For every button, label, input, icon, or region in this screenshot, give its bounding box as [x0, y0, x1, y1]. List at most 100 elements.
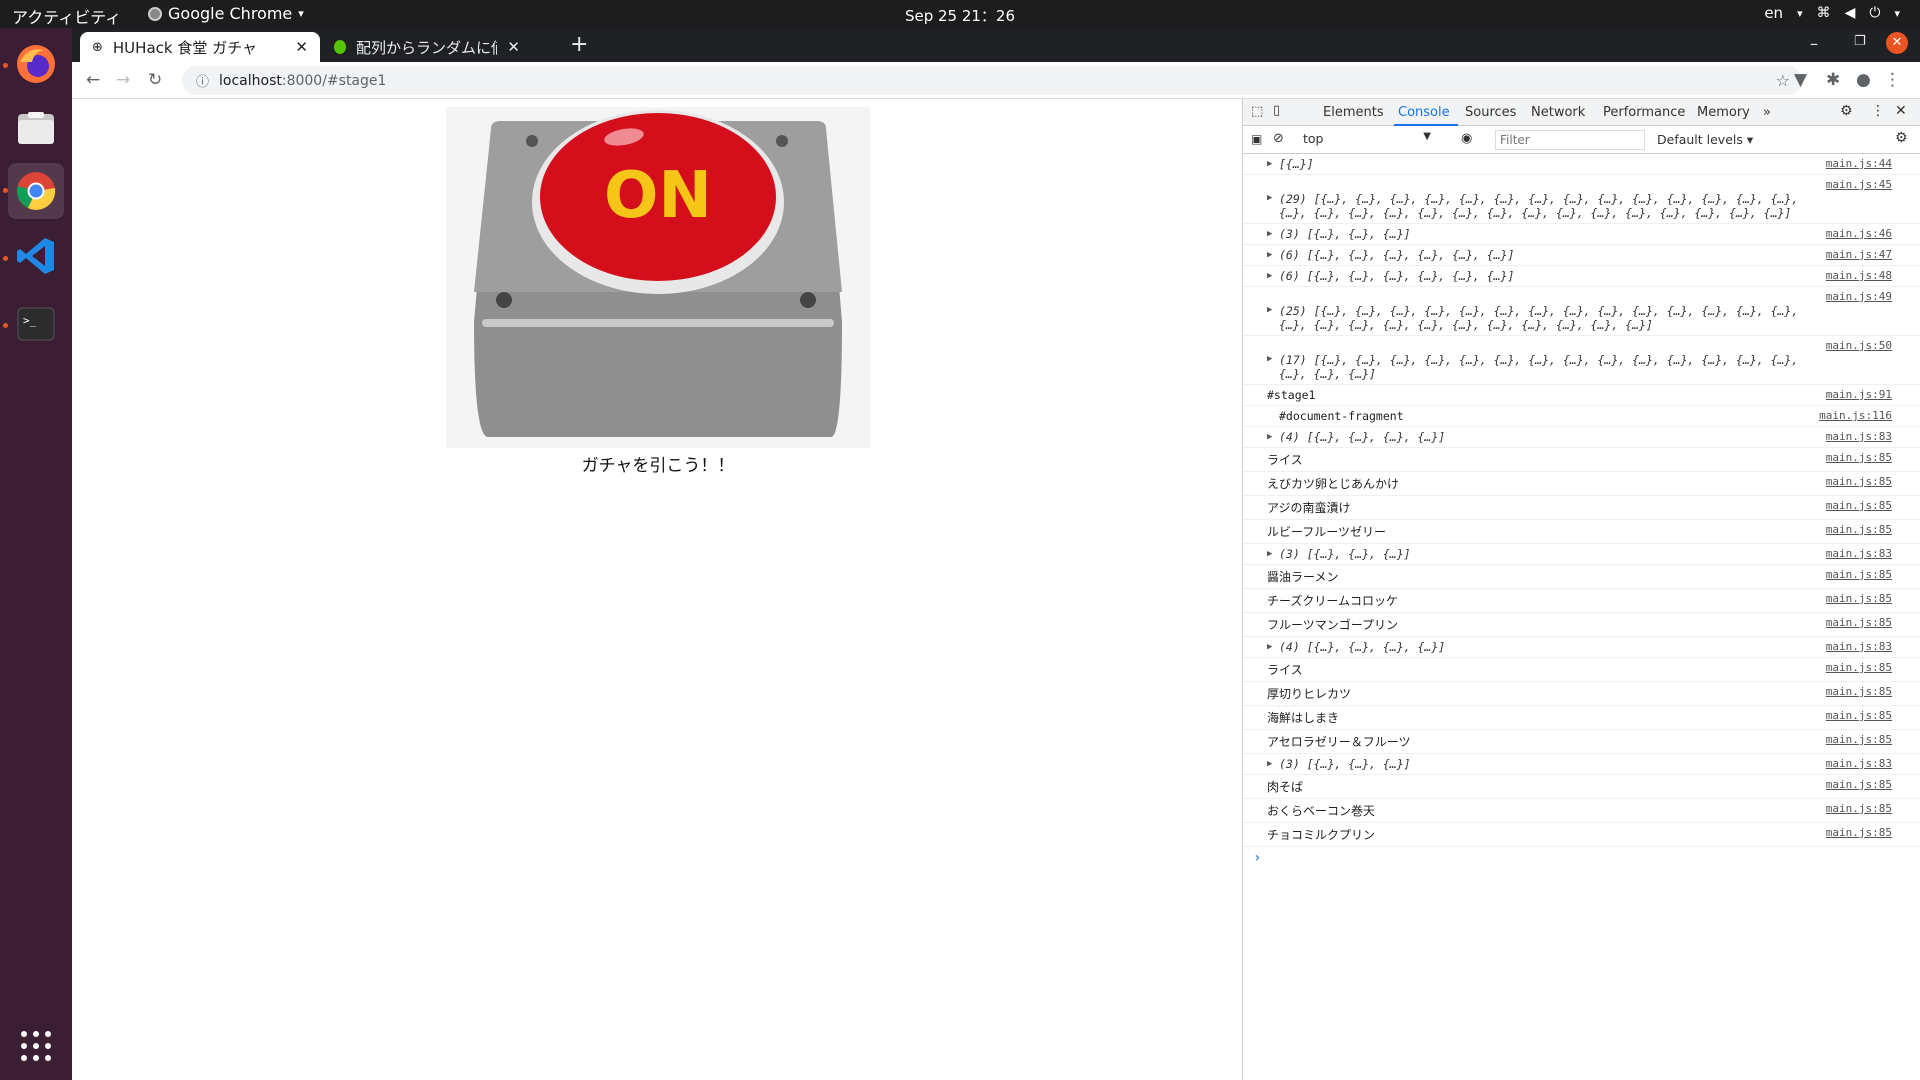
- reload-icon[interactable]: ↻: [148, 70, 162, 90]
- source-link[interactable]: main.js:85: [1826, 523, 1892, 536]
- tab-console[interactable]: Console: [1398, 105, 1450, 120]
- close-icon[interactable]: ✕: [295, 38, 308, 56]
- minimize-icon[interactable]: –: [1810, 34, 1818, 53]
- menu-icon[interactable]: ⋮: [1884, 70, 1901, 90]
- console-message[interactable]: ▶ (4) [{…}, {…}, {…}, {…}] main.js:83: [1243, 427, 1920, 448]
- back-icon[interactable]: ←: [86, 70, 100, 90]
- source-link[interactable]: main.js:49: [1826, 290, 1892, 303]
- console-message[interactable]: ▶ (6) [{…}, {…}, {…}, {…}, {…}, {…}] main.…: [1243, 245, 1920, 266]
- eye-icon[interactable]: ◉: [1461, 131, 1472, 146]
- info-icon[interactable]: ⓘ: [196, 71, 209, 90]
- expand-arrow-icon[interactable]: ▶: [1267, 432, 1272, 442]
- source-link[interactable]: main.js:85: [1826, 592, 1892, 605]
- close-devtools-icon[interactable]: ✕: [1895, 103, 1907, 119]
- expand-arrow-icon[interactable]: ▶: [1267, 642, 1272, 652]
- console-message[interactable]: ▶ (29) [{…}, {…}, {…}, {…}, {…}, {…}, {…}…: [1243, 175, 1920, 224]
- tab-network[interactable]: Network: [1531, 105, 1585, 120]
- console-filter-input[interactable]: [1495, 130, 1645, 150]
- context-selector[interactable]: top ▼: [1299, 130, 1435, 150]
- tab-elements[interactable]: Elements: [1323, 105, 1384, 120]
- puzzle-icon[interactable]: ✱: [1826, 70, 1840, 90]
- source-link[interactable]: main.js:85: [1826, 616, 1892, 629]
- expand-arrow-icon[interactable]: ▶: [1267, 354, 1272, 364]
- close-window-icon[interactable]: ✕: [1886, 32, 1908, 54]
- source-link[interactable]: main.js:85: [1826, 685, 1892, 698]
- kebab-menu-icon[interactable]: ⋮: [1871, 103, 1885, 119]
- app-grid-icon[interactable]: [8, 1018, 64, 1074]
- tab-sources[interactable]: Sources: [1465, 105, 1516, 120]
- console-message[interactable]: ▶ (6) [{…}, {…}, {…}, {…}, {…}, {…}] main.…: [1243, 266, 1920, 287]
- source-link[interactable]: main.js:85: [1826, 451, 1892, 464]
- more-tabs-button[interactable]: »: [1763, 105, 1771, 120]
- source-link[interactable]: main.js:85: [1826, 475, 1892, 488]
- tab-huhack[interactable]: ⊕ HUHack 食堂 ガチャ ✕: [80, 32, 320, 62]
- close-icon[interactable]: ✕: [507, 38, 520, 56]
- source-link[interactable]: main.js:44: [1826, 157, 1892, 170]
- source-link[interactable]: main.js:83: [1826, 430, 1892, 443]
- address-bar[interactable]: ⓘ localhost:8000/#stage1 ☆: [182, 66, 1802, 95]
- tab-memory[interactable]: Memory: [1697, 105, 1750, 120]
- expand-arrow-icon[interactable]: ▶: [1267, 250, 1272, 260]
- extension-v-icon[interactable]: ▼: [1794, 70, 1807, 90]
- new-tab-button[interactable]: +: [570, 32, 588, 57]
- source-link[interactable]: main.js:45: [1826, 178, 1892, 191]
- console-message[interactable]: ▶ (3) [{…}, {…}, {…}] main.js:83: [1243, 754, 1920, 775]
- source-link[interactable]: main.js:85: [1826, 778, 1892, 791]
- source-link[interactable]: main.js:83: [1826, 757, 1892, 770]
- restore-icon[interactable]: ❐: [1854, 34, 1866, 49]
- tab-array-random[interactable]: 配列からランダムに値を ✕: [322, 32, 532, 62]
- console-message[interactable]: ▶ (25) [{…}, {…}, {…}, {…}, {…}, {…}, {…}…: [1243, 287, 1920, 336]
- forward-icon[interactable]: →: [116, 70, 130, 90]
- log-levels-dropdown[interactable]: Default levels ▾: [1657, 132, 1753, 147]
- source-link[interactable]: main.js:85: [1826, 568, 1892, 581]
- gacha-caption: ガチャを引こう！！: [581, 456, 735, 476]
- clear-console-icon[interactable]: ⊘: [1273, 131, 1284, 146]
- source-link[interactable]: main.js:48: [1826, 269, 1892, 282]
- console-settings-icon[interactable]: ⚙: [1895, 130, 1908, 146]
- source-link[interactable]: main.js:85: [1826, 826, 1892, 839]
- vscode-icon[interactable]: [8, 228, 64, 284]
- source-link[interactable]: main.js:116: [1819, 409, 1892, 422]
- device-toolbar-icon[interactable]: ▯: [1273, 103, 1280, 118]
- source-link[interactable]: main.js:83: [1826, 640, 1892, 653]
- files-icon[interactable]: [8, 100, 64, 156]
- star-icon[interactable]: ☆: [1776, 71, 1790, 90]
- inspect-icon[interactable]: ⬚: [1251, 104, 1263, 119]
- expand-arrow-icon[interactable]: ▶: [1267, 305, 1272, 315]
- app-menu[interactable]: Google Chrome ▾: [148, 4, 304, 23]
- expand-arrow-icon[interactable]: ▶: [1267, 159, 1272, 169]
- console-message[interactable]: ▶ [{…}] main.js:44: [1243, 154, 1920, 175]
- gacha-button-image[interactable]: ON: [446, 107, 870, 448]
- console-message[interactable]: ▶ (3) [{…}, {…}, {…}] main.js:46: [1243, 224, 1920, 245]
- tab-performance[interactable]: Performance: [1603, 105, 1685, 120]
- expand-arrow-icon[interactable]: ▶: [1267, 549, 1272, 559]
- source-link[interactable]: main.js:91: [1826, 388, 1892, 401]
- console-message[interactable]: ▶ (3) [{…}, {…}, {…}] main.js:83: [1243, 544, 1920, 565]
- language-indicator[interactable]: en: [1764, 4, 1783, 22]
- terminal-icon[interactable]: >_: [8, 296, 64, 352]
- source-link[interactable]: main.js:85: [1826, 661, 1892, 674]
- source-link[interactable]: main.js:46: [1826, 227, 1892, 240]
- expand-arrow-icon[interactable]: ▶: [1267, 193, 1272, 203]
- source-link[interactable]: main.js:85: [1826, 802, 1892, 815]
- expand-arrow-icon[interactable]: ▶: [1267, 759, 1272, 769]
- console-prompt[interactable]: ›: [1243, 847, 1920, 869]
- firefox-icon[interactable]: [8, 36, 64, 92]
- expand-arrow-icon[interactable]: ▶: [1267, 271, 1272, 281]
- source-link[interactable]: main.js:50: [1826, 339, 1892, 352]
- source-link[interactable]: main.js:85: [1826, 733, 1892, 746]
- clock-label[interactable]: Sep 25 21：26: [905, 7, 1015, 25]
- console-message[interactable]: ▶ (4) [{…}, {…}, {…}, {…}] main.js:83: [1243, 637, 1920, 658]
- source-link[interactable]: main.js:83: [1826, 547, 1892, 560]
- sidebar-toggle-icon[interactable]: ▣: [1251, 132, 1262, 146]
- system-tray[interactable]: en ▾ ⌘ ◀ ⏻ ▾: [1764, 4, 1900, 22]
- profile-icon[interactable]: ●: [1856, 70, 1871, 90]
- gear-icon[interactable]: ⚙: [1840, 103, 1853, 119]
- activities-button[interactable]: アクティビティ: [12, 4, 121, 28]
- source-link[interactable]: main.js:85: [1826, 709, 1892, 722]
- expand-arrow-icon[interactable]: ▶: [1267, 229, 1272, 239]
- console-message[interactable]: ▶ (17) [{…}, {…}, {…}, {…}, {…}, {…}, {…}…: [1243, 336, 1920, 385]
- source-link[interactable]: main.js:47: [1826, 248, 1892, 261]
- source-link[interactable]: main.js:85: [1826, 499, 1892, 512]
- chrome-icon[interactable]: [8, 163, 64, 219]
